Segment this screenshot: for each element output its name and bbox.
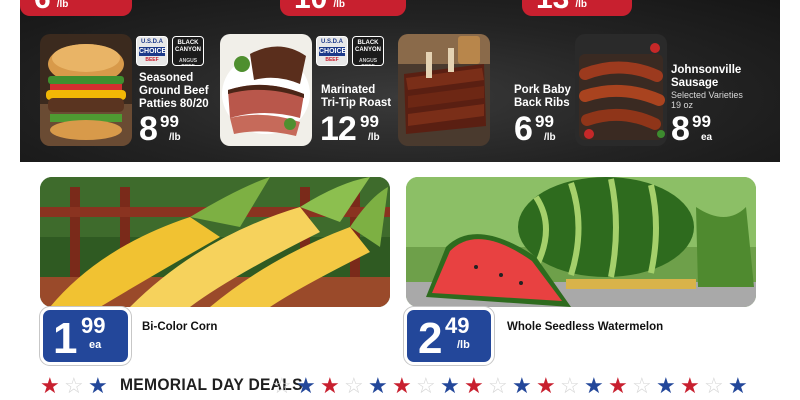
- sausage-image: [575, 34, 667, 146]
- star-icon: ★: [368, 373, 388, 398]
- star-icon: ☆: [416, 373, 436, 398]
- corn-price-box: 1 99 ea: [40, 307, 131, 365]
- star-icon: ★: [40, 373, 60, 398]
- burger-image: [40, 34, 132, 146]
- top-price-tag-2: 10/lb: [280, 0, 406, 16]
- item-price: 6 99 /lb: [514, 110, 556, 148]
- star-icon: ★: [584, 373, 604, 398]
- item-name: Pork Baby Back Ribs: [514, 84, 571, 109]
- star-icon: ★: [88, 373, 108, 398]
- star-icon: ★: [656, 373, 676, 398]
- top-price-tag-1: 6/lb: [20, 0, 132, 16]
- star-icon: ★: [728, 373, 748, 398]
- star-icon: ☆: [344, 373, 364, 398]
- memorial-day-banner: ★ ☆ ★ MEMORIAL DAY DEALS ☆ ★ ★ ☆ ★ ★ ☆ ★…: [40, 374, 760, 398]
- usda-choice-badge: U.S.D.A CHOICE BEEF: [136, 36, 168, 66]
- meat-item-ground-beef: U.S.D.A CHOICE BEEF BLACK CANYON ANGUS B…: [40, 34, 240, 146]
- item-description: Selected Varieties 19 oz: [671, 90, 743, 110]
- watermelon-image: [406, 177, 756, 307]
- corn-image: [40, 177, 390, 307]
- meat-item-tri-tip: U.S.D.A CHOICE BEEF BLACK CANYON ANGUS B…: [220, 34, 410, 146]
- star-icon: ★: [440, 373, 460, 398]
- star-icon: ☆: [560, 373, 580, 398]
- star-icon: ☆: [272, 373, 292, 398]
- item-name: Seasoned Ground Beef Patties 80/20: [139, 72, 209, 110]
- star-icon: ★: [296, 373, 316, 398]
- meat-deals-panel: 6/lb 10/lb 13/lb U.S.D.A CHOICE B: [20, 0, 780, 162]
- usda-choice-badge: U.S.D.A CHOICE BEEF: [316, 36, 348, 66]
- item-price: 8 99 /lb: [139, 110, 181, 148]
- star-icon: ★: [608, 373, 628, 398]
- item-name: Marinated Tri-Tip Roast: [321, 84, 392, 109]
- star-icon: ★: [512, 373, 532, 398]
- top-price-tag-3: 13/lb: [522, 0, 632, 16]
- meat-item-pork-ribs: Pork Baby Back Ribs 6 99 /lb: [398, 34, 578, 146]
- item-price: 12 99 /lb: [320, 110, 380, 148]
- star-icon: ★: [392, 373, 412, 398]
- star-icon: ☆: [64, 373, 84, 398]
- ribs-image: [398, 34, 490, 146]
- corn-item-name: Bi-Color Corn: [142, 321, 218, 333]
- watermelon-price-box: 2 49 /lb: [404, 307, 494, 365]
- black-canyon-badge: BLACK CANYON ANGUS BEEF: [172, 36, 204, 66]
- item-price: 8 99 ea: [671, 110, 713, 148]
- watermelon-item-name: Whole Seedless Watermelon: [507, 321, 664, 333]
- star-icon: ★: [536, 373, 556, 398]
- star-icon: ★: [464, 373, 484, 398]
- star-icon: ☆: [488, 373, 508, 398]
- tri-tip-image: [220, 34, 312, 146]
- star-icon: ☆: [704, 373, 724, 398]
- black-canyon-badge: BLACK CANYON ANGUS BEEF: [352, 36, 384, 66]
- item-name: Johnsonville Sausage: [671, 64, 742, 89]
- star-icon: ☆: [632, 373, 652, 398]
- meat-item-sausage: Johnsonville Sausage Selected Varieties …: [575, 34, 775, 146]
- star-icon: ★: [320, 373, 340, 398]
- star-icon: ★: [680, 373, 700, 398]
